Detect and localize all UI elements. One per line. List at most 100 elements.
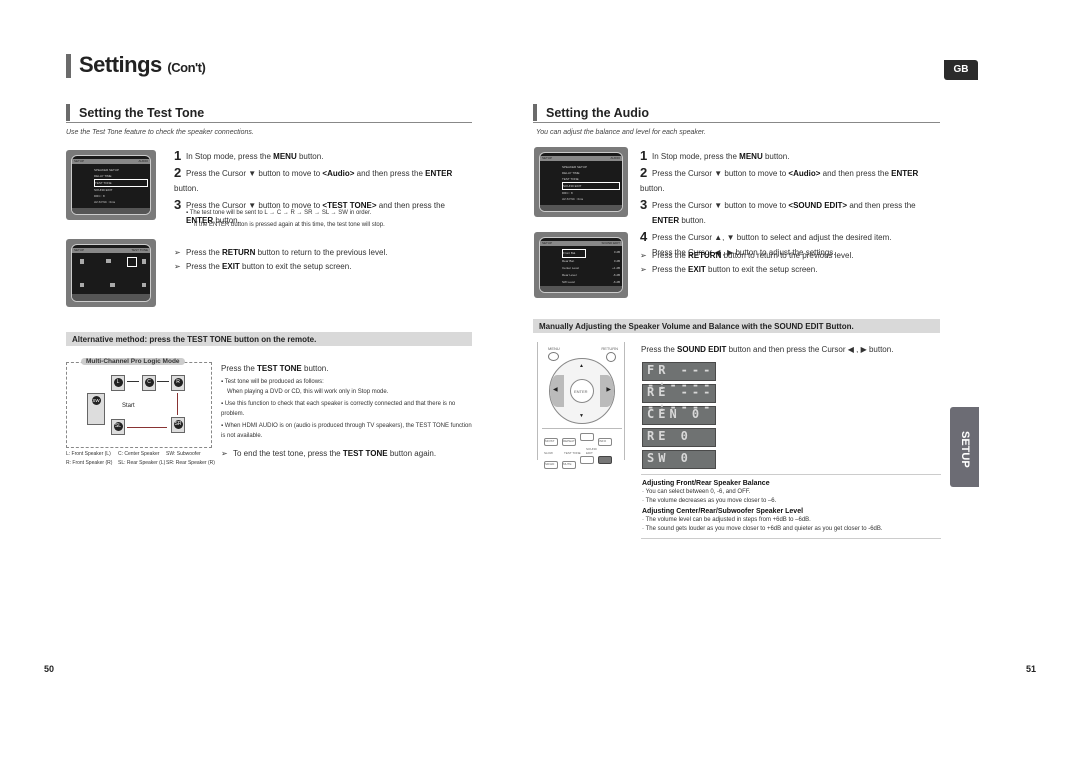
right-menu-screenshot: SETUP AUDIO SPEAKER SETUP DELAY TIME TES…	[534, 147, 628, 217]
lcd-front-balance: FR ----:----	[642, 362, 716, 392]
bullet: ▪ Test tone will be produced as follows:	[221, 379, 324, 385]
bullet-text: Test tone will be produced as follows:	[224, 379, 324, 385]
row-value: +1 dB	[612, 266, 620, 270]
remote-button: INFO	[598, 438, 612, 446]
step-3-line2: ENTER button.	[640, 213, 940, 228]
bullet-text: When HDMI AUDIO is on (audio is produced…	[221, 423, 472, 439]
speaker-label: L	[113, 378, 123, 387]
remote-label: TEST TONE	[564, 451, 581, 455]
step-bold: MENU	[739, 152, 763, 161]
right-intro: You can adjust the balance and level for…	[536, 129, 706, 136]
legend-row: R: Front Speaker (R) SL: Rear Speaker (L)…	[66, 459, 215, 468]
manual-adjust-banner: Manually Adjusting the Speaker Volume an…	[533, 319, 940, 333]
right-steps: 1 In Stop mode, press the MENU button. 2P…	[640, 148, 940, 260]
notes-bottom-rule	[641, 538, 941, 539]
step-bold: <Audio>	[322, 169, 355, 178]
tip-bold: RETURN	[688, 251, 722, 260]
tip-text: Press the	[186, 248, 223, 257]
remote-label: SOUND EDIT	[586, 447, 597, 455]
tip-return: ➢ Press the RETURN button to return to th…	[174, 246, 474, 260]
screen-inner: SETUP AUDIO SPEAKER SETUP DELAY TIME TES…	[71, 155, 151, 215]
step-text: button.	[762, 152, 790, 161]
left-notes: ▪ The test tone will be sent to L → C → …	[186, 207, 476, 231]
remote-button: SD/HD	[544, 461, 558, 469]
tip-bold: EXIT	[222, 262, 240, 271]
note-text: The volume level can be adjusted in step…	[645, 517, 811, 523]
screen-header-left: SETUP	[542, 241, 553, 245]
speaker-sl: SL	[111, 419, 125, 435]
sound-edit-row: Rear Level -6 dB	[562, 272, 620, 279]
notes-top-rule	[641, 474, 941, 475]
adjustment-notes: Adjusting Front/Rear Speaker Balance · Y…	[642, 479, 942, 534]
section-tab-label: SETUP	[959, 431, 971, 468]
speaker-label: SW	[91, 396, 101, 405]
sound-edit-screenshot: SETUP SOUND EDIT Front Bal. 0 dB Rear Ba…	[534, 232, 628, 298]
tip-exit: ➢ Press the EXIT button to exit the setup…	[640, 263, 940, 277]
enter-button: ENTER	[570, 379, 594, 403]
row-value: -6 dB	[612, 280, 620, 284]
row-label: Center Level	[562, 266, 580, 270]
legend-item: SR: Rear Speaker (R)	[166, 460, 215, 466]
screen-header: SETUP TEST TONE	[72, 248, 150, 253]
note-item: · You can select between 0, -6, and OFF.	[642, 489, 751, 495]
speaker-c: C	[142, 375, 156, 391]
right-section-title: Setting the Audio	[546, 106, 649, 120]
screen-items: SPEAKER SETUP DELAY TIME TEST TONE SOUND…	[562, 164, 620, 202]
row-label: SW Level	[562, 280, 575, 284]
screen-footer	[72, 208, 150, 214]
screen-header-right: AUDIO	[610, 156, 620, 160]
step-text: button.	[296, 152, 324, 161]
note-text: You can select between 0, -6, and OFF.	[645, 489, 751, 495]
step-bold: <SOUND EDIT>	[788, 201, 848, 210]
screen-header-right: AUDIO	[138, 159, 148, 163]
speaker-icon	[106, 259, 111, 263]
sound-edit-row: Center Level +1 dB	[562, 265, 620, 272]
speaker-icon	[142, 283, 146, 287]
diagram-title: Multi-Channel Pro Logic Mode	[81, 358, 185, 365]
speaker-icon	[142, 259, 146, 264]
legend-item: SL: Rear Speaker (L)	[118, 460, 166, 466]
tip-bold: EXIT	[688, 265, 706, 274]
arrow-icon: ➢	[640, 251, 647, 260]
tip-text: Press the	[652, 251, 689, 260]
step-bold: ENTER	[891, 169, 919, 178]
step-bold: ENTER	[652, 216, 680, 225]
screen-item: AV-SYNC : 0ms	[562, 197, 584, 201]
speaker-label: SR	[173, 420, 183, 429]
step-number: 1	[640, 148, 648, 163]
page-number-left: 50	[44, 664, 55, 674]
left-menu-screenshot: SETUP AUDIO SPEAKER SETUP DELAY TIME TES…	[66, 150, 156, 220]
right-tips: ➢ Press the RETURN button to return to th…	[640, 249, 940, 277]
legend-item: R: Front Speaker (R)	[66, 460, 113, 466]
screen-header: SETUP AUDIO	[72, 159, 150, 164]
step-text: Press the Cursor ▼ button to move to	[186, 169, 323, 178]
row-value: 0 dB	[613, 250, 620, 254]
page-number-right: 51	[1026, 664, 1037, 674]
left-intro: Use the Test Tone feature to check the s…	[66, 129, 254, 136]
speaker-icon	[80, 283, 84, 287]
step-number: 1	[174, 148, 182, 163]
screen-items: SPEAKER SETUP DELAY TIME TEST TONE SOUND…	[94, 167, 148, 205]
right-section-accent	[533, 104, 537, 121]
speaker-r: R	[171, 375, 185, 391]
tip-text: Press the	[652, 265, 689, 274]
arrow	[127, 427, 167, 428]
screen-item: AV-SYNC : 0ms	[94, 200, 116, 204]
step-2: 2 Press the Cursor ▼ button to move to <A…	[640, 165, 940, 196]
left-test-tone-screenshot: SETUP TEST TONE	[66, 239, 156, 307]
legend-item: L: Front Speaker (L)	[66, 451, 111, 457]
lcd-rear-level: RE 0	[642, 428, 716, 447]
bullet-continuation: When playing a DVD or CD, this will work…	[221, 387, 473, 397]
speaker-label: R	[173, 378, 183, 387]
note: ▪ The test tone will be sent to L → C → …	[186, 210, 372, 216]
instruction-bold: TEST TONE	[257, 364, 302, 373]
left-section-rule	[66, 122, 472, 123]
bullet: ▪ Use this function to check that each s…	[221, 401, 456, 417]
tip-bold: RETURN	[222, 248, 256, 257]
sound-edit-row: SW Level -6 dB	[562, 279, 620, 286]
remote-button	[580, 456, 594, 464]
tip-text: button again.	[387, 449, 437, 458]
instruction-text: Press the	[221, 364, 258, 373]
instruction-bold: SOUND EDIT	[677, 345, 727, 354]
row-value: 0 dB	[613, 259, 620, 263]
